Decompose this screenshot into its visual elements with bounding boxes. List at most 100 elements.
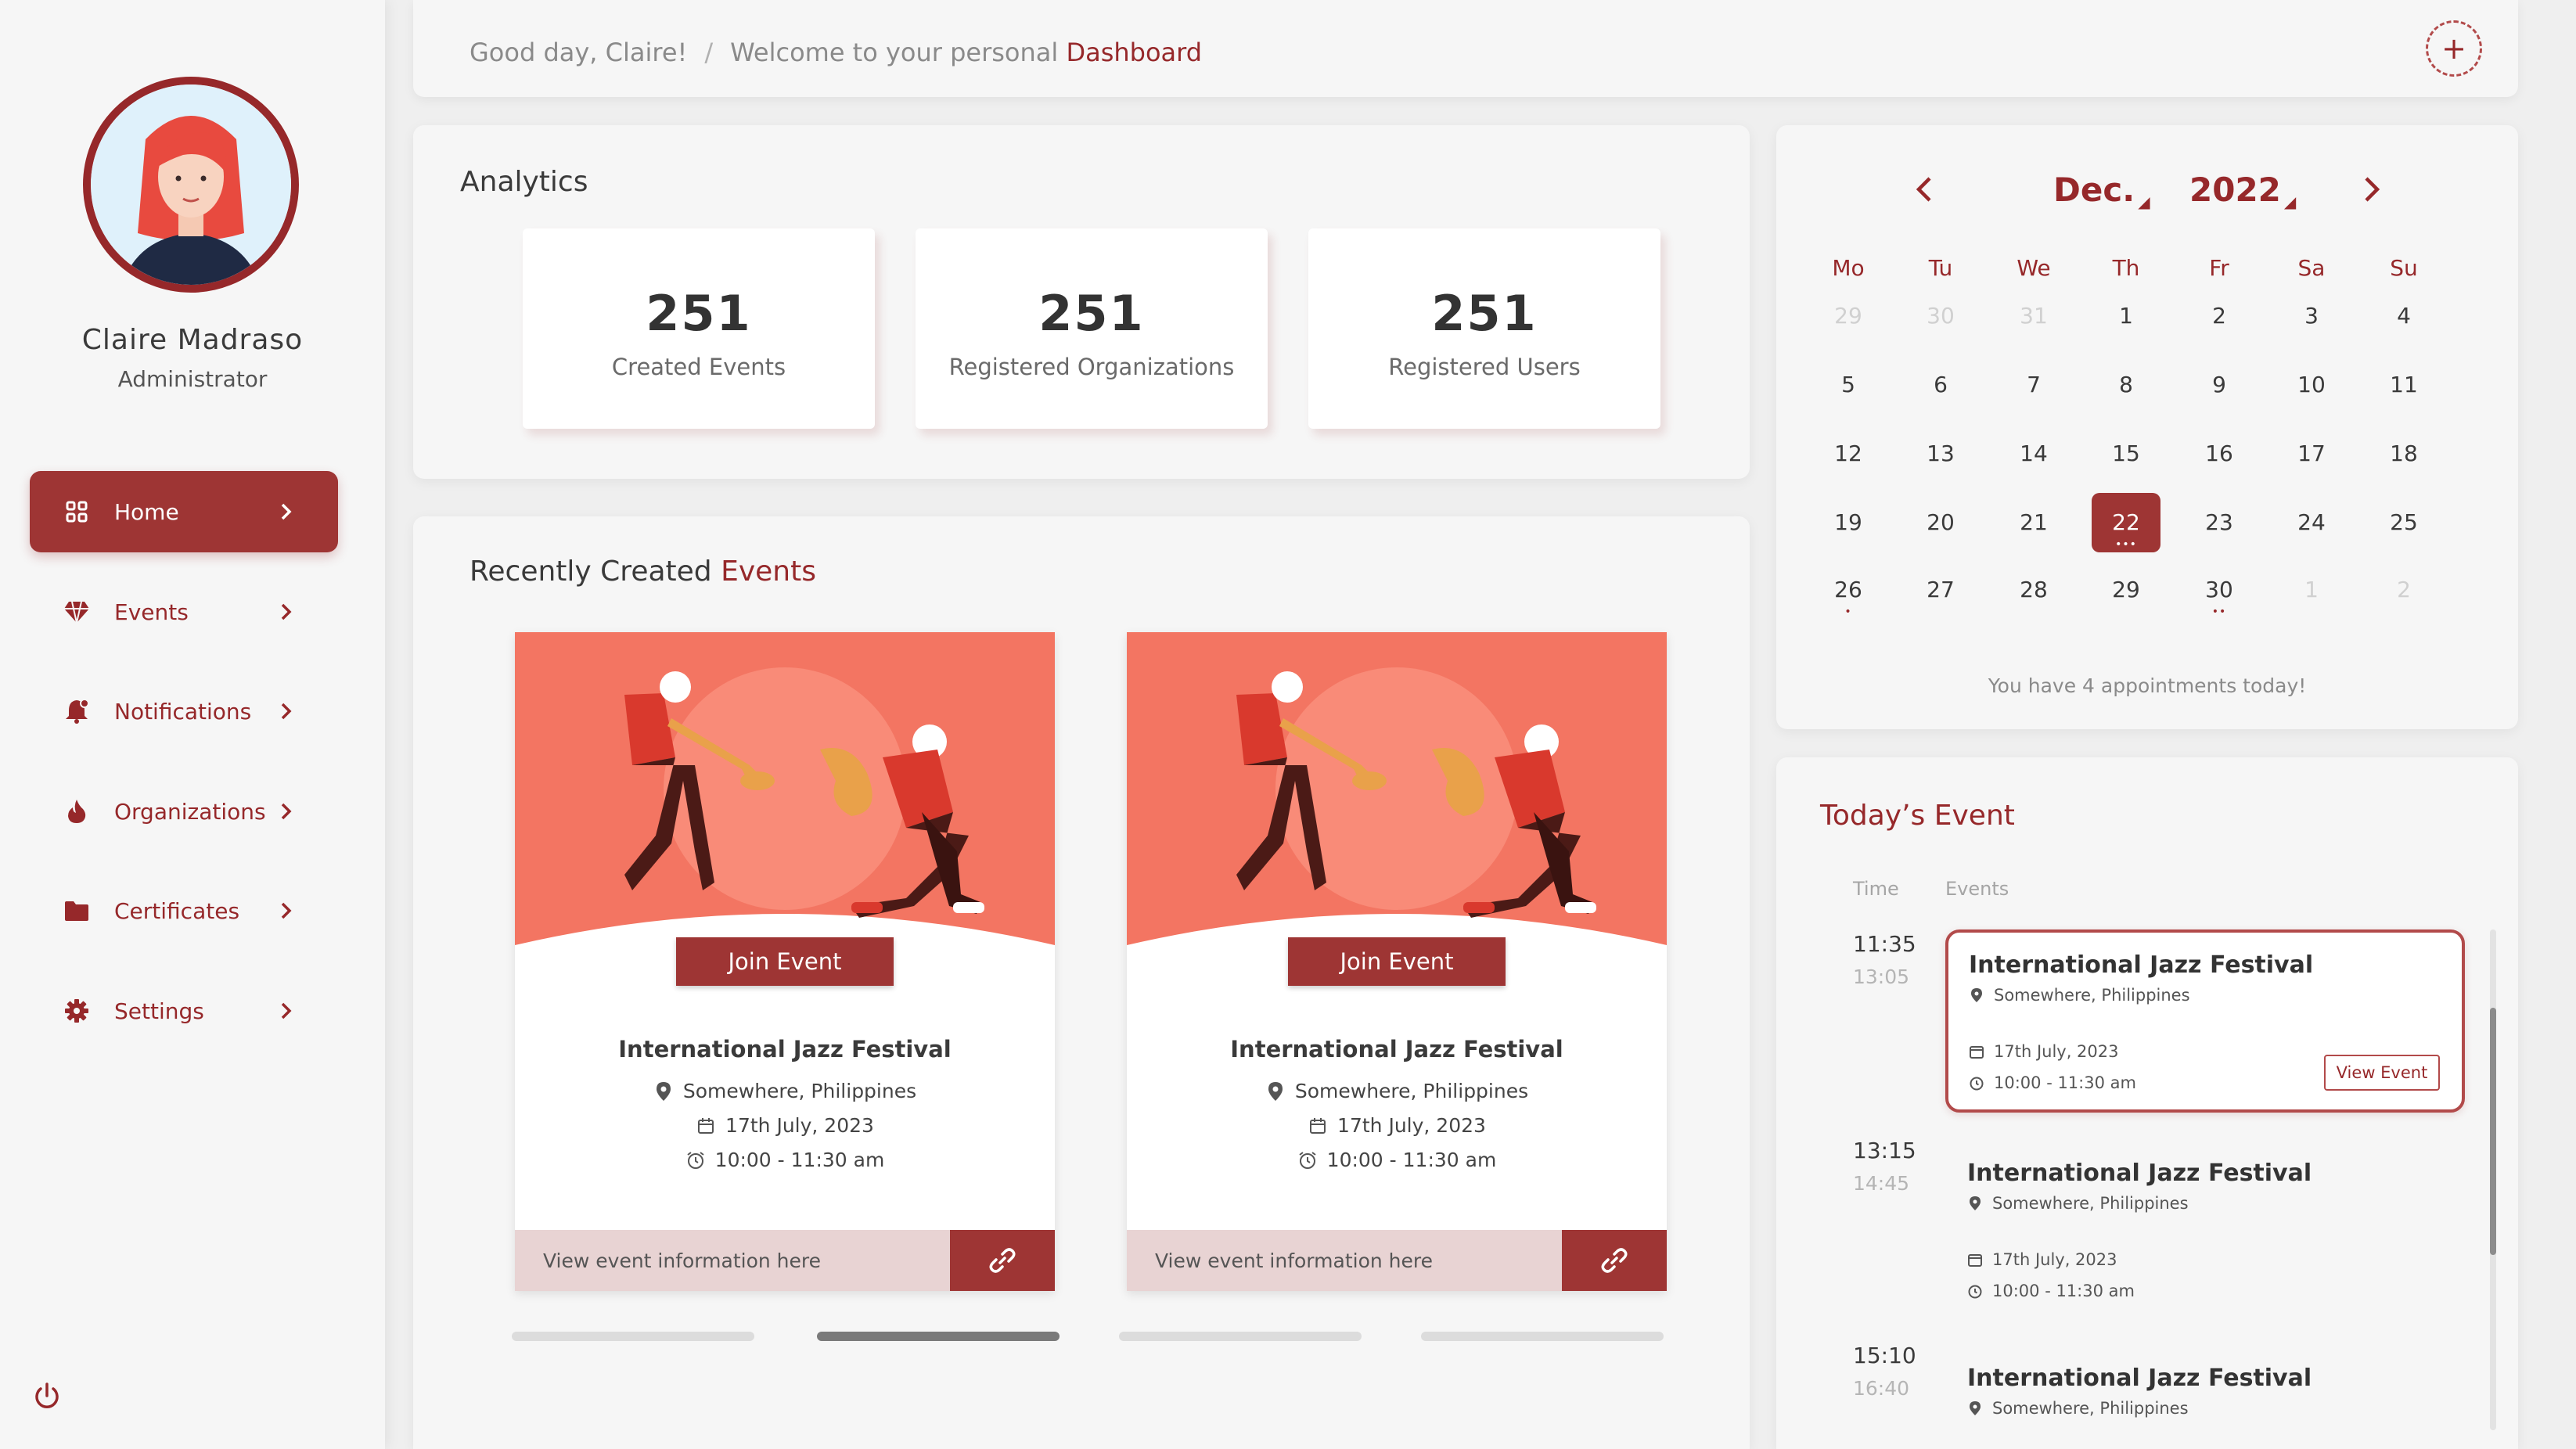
nav-item-settings[interactable]: Settings <box>30 970 338 1052</box>
calendar-day[interactable]: 11 <box>2369 355 2438 415</box>
join-event-button[interactable]: Join Event <box>676 937 894 986</box>
calendar-month-select[interactable]: Dec. ◢ <box>2053 171 2150 211</box>
jazz-illustration <box>515 632 1055 961</box>
event-date-row: 17th July, 2023 <box>515 1114 1055 1137</box>
calendar-day-today[interactable]: 22 ••• <box>2092 493 2160 552</box>
carousel-indicator-1[interactable] <box>512 1332 754 1341</box>
chevron-left-icon[interactable] <box>1911 174 1939 205</box>
calendar-day[interactable]: 4 <box>2369 286 2438 346</box>
stat-card-registered-users[interactable]: 251 Registered Users <box>1308 228 1660 429</box>
calendar-day[interactable]: 21 <box>1999 493 2068 552</box>
event-info-text[interactable]: View event information here <box>515 1249 950 1272</box>
day-number: 31 <box>2020 303 2048 329</box>
scrollbar-thumb[interactable] <box>2490 1008 2496 1255</box>
stat-card-created-events[interactable]: 251 Created Events <box>523 228 875 429</box>
today-event-card[interactable]: International Jazz Festival Somewhere, P… <box>1945 1160 2465 1316</box>
day-number: 19 <box>1834 509 1862 535</box>
calendar-day[interactable]: 23 <box>2185 493 2254 552</box>
calendar-day[interactable]: 26 • <box>1814 560 1883 620</box>
carousel-indicator-3[interactable] <box>1119 1332 1362 1341</box>
calendar-day[interactable]: 13 <box>1906 424 1975 484</box>
nav-item-organizations[interactable]: Organizations <box>30 771 338 852</box>
calendar-day[interactable]: 19 <box>1814 493 1883 552</box>
today-event-card-selected[interactable]: International Jazz Festival Somewhere, P… <box>1945 929 2465 1113</box>
sidebar: Claire Madraso Administrator Home Events… <box>0 0 385 1449</box>
calendar-day[interactable]: 10 <box>2277 355 2346 415</box>
event-card[interactable]: Join Event International Jazz Festival S… <box>1127 632 1667 1291</box>
view-event-button[interactable]: View Event <box>2324 1055 2440 1091</box>
event-time-row: 10:00 - 11:30 am <box>1127 1149 1667 1171</box>
appointment-dots: ••• <box>2115 538 2137 551</box>
link-button[interactable] <box>1562 1230 1667 1291</box>
event-date-row: 17th July, 2023 <box>1127 1114 1667 1137</box>
calendar-day[interactable]: 25 <box>2369 493 2438 552</box>
calendar-year-select[interactable]: 2022 ◢ <box>2189 171 2296 211</box>
calendar-day[interactable]: 30 <box>1906 286 1975 346</box>
calendar-day[interactable]: 14 <box>1999 424 2068 484</box>
event-location-row: Somewhere, Philippines <box>1969 986 2190 1005</box>
event-start-time: 11:35 <box>1853 931 1916 957</box>
calendar-day[interactable]: 7 <box>1999 355 2068 415</box>
calendar-day[interactable]: 8 <box>2092 355 2160 415</box>
day-number: 9 <box>2212 372 2226 397</box>
day-number: 8 <box>2119 372 2133 397</box>
calendar-day[interactable]: 9 <box>2185 355 2254 415</box>
calendar-day[interactable]: 5 <box>1814 355 1883 415</box>
event-time: 10:00 - 11:30 am <box>1994 1073 2136 1092</box>
calendar-day[interactable]: 1 <box>2092 286 2160 346</box>
calendar-day[interactable]: 29 <box>1814 286 1883 346</box>
calendar-day[interactable]: 3 <box>2277 286 2346 346</box>
nav-label: Certificates <box>114 897 240 924</box>
calendar-day[interactable]: 27 <box>1906 560 1975 620</box>
chevron-right-icon[interactable] <box>2357 174 2385 205</box>
bell-icon <box>63 697 91 725</box>
day-number: 6 <box>1934 372 1948 397</box>
diamond-icon <box>63 598 91 626</box>
join-event-button[interactable]: Join Event <box>1288 937 1506 986</box>
calendar-day[interactable]: 1 <box>2277 560 2346 620</box>
calendar-day[interactable]: 18 <box>2369 424 2438 484</box>
calendar-day[interactable]: 2 <box>2369 560 2438 620</box>
day-number: 3 <box>2304 303 2319 329</box>
calendar-day[interactable]: 2 <box>2185 286 2254 346</box>
calendar-day[interactable]: 24 <box>2277 493 2346 552</box>
nav-item-events[interactable]: Events <box>30 571 338 653</box>
event-card-footer: View event information here <box>515 1230 1055 1291</box>
day-number: 18 <box>2390 440 2418 466</box>
recent-events-panel: Recently Created Events Join Event Inter… <box>413 516 1750 1449</box>
event-info-text[interactable]: View event information here <box>1127 1249 1562 1272</box>
location-pin-icon <box>1967 1196 1983 1211</box>
stat-card-registered-organizations[interactable]: 251 Registered Organizations <box>916 228 1268 429</box>
carousel-indicator-4[interactable] <box>1421 1332 1664 1341</box>
nav-label: Organizations <box>114 798 266 825</box>
top-bar: Good day, Claire! / Welcome to your person… <box>413 0 2518 97</box>
event-card-footer: View event information here <box>1127 1230 1667 1291</box>
calendar-day[interactable]: 17 <box>2277 424 2346 484</box>
event-card[interactable]: Join Event International Jazz Festival S… <box>515 632 1055 1291</box>
event-date: 17th July, 2023 <box>1337 1114 1486 1137</box>
analytics-title: Analytics <box>460 166 588 198</box>
carousel-indicator-2[interactable] <box>817 1332 1060 1341</box>
calendar-day[interactable]: 6 <box>1906 355 1975 415</box>
calendar-day[interactable]: 20 <box>1906 493 1975 552</box>
today-event-card[interactable]: International Jazz Festival Somewhere, P… <box>1945 1365 2465 1435</box>
calendar-day[interactable]: 30 •• <box>2185 560 2254 620</box>
calendar-day[interactable]: 28 <box>1999 560 2068 620</box>
year-label: 2022 <box>2189 171 2281 209</box>
nav-item-certificates[interactable]: Certificates <box>30 870 338 951</box>
nav-item-home[interactable]: Home <box>30 471 338 552</box>
calendar-day[interactable]: 31 <box>1999 286 2068 346</box>
user-avatar[interactable] <box>83 77 299 293</box>
calendar-day[interactable]: 12 <box>1814 424 1883 484</box>
event-name: International Jazz Festival <box>1969 951 2314 979</box>
recent-events-title: Recently Created Events <box>470 556 816 588</box>
welcome-highlight[interactable]: Dashboard <box>1066 38 1202 67</box>
power-icon[interactable] <box>31 1380 63 1411</box>
calendar-day[interactable]: 29 <box>2092 560 2160 620</box>
link-button[interactable] <box>950 1230 1055 1291</box>
location-pin-icon <box>653 1081 674 1102</box>
add-button[interactable]: + <box>2426 20 2482 77</box>
nav-item-notifications[interactable]: Notifications <box>30 671 338 752</box>
calendar-day[interactable]: 16 <box>2185 424 2254 484</box>
calendar-day[interactable]: 15 <box>2092 424 2160 484</box>
